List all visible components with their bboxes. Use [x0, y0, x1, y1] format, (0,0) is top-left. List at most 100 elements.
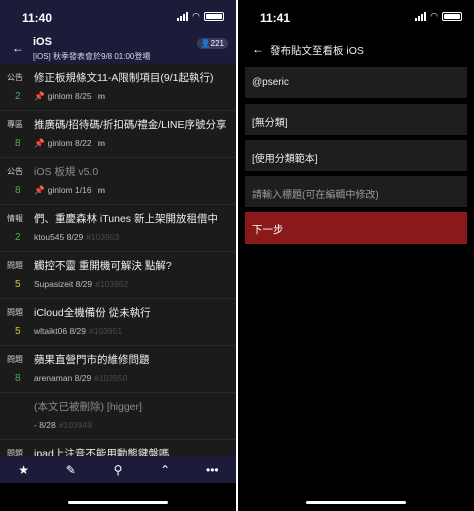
post-date: 8/29 [75, 279, 93, 289]
more-icon[interactable]: ••• [200, 463, 224, 477]
title-input[interactable]: 請輸入標題(可在編輯中修改) [245, 176, 467, 207]
category-select[interactable]: [無分類] [245, 104, 467, 135]
status-bar: 11:41 ◠ [238, 0, 474, 36]
post-row[interactable]: (本文已被刪除) [higger] - 8/28 #103949 [0, 393, 236, 440]
arrow-left-icon[interactable]: ← [252, 42, 264, 56]
post-author: - [34, 420, 37, 430]
search-icon[interactable]: ⚲ [106, 463, 130, 477]
post-author: ginlom [47, 91, 73, 101]
post-meta: Supasizeit 8/29 #103952 [34, 279, 131, 289]
post-category: 公告 [7, 167, 23, 176]
post-category: 專區 [7, 120, 23, 129]
online-count: 221 [210, 39, 224, 48]
status-bar: 11:40 ◠ [0, 0, 236, 36]
signal-icon [177, 12, 189, 21]
board-header: ← iOS [iOS] 秋季發表會於9/8 01:00登場 👤221 [0, 36, 236, 64]
star-icon[interactable]: ★ [12, 463, 36, 477]
home-indicator [306, 501, 406, 504]
status-icons: ◠ [415, 12, 462, 21]
post-date: 8/29 [69, 326, 86, 336]
post-number: #103949 [58, 420, 92, 430]
push-count: 8 [15, 185, 21, 196]
post-title: 推廣碼/招待碼/折扣碼/禮金/LINE序號分享 [34, 119, 227, 131]
post-row[interactable]: 公告 2 修正板規條文11-A限制項目(9/1起執行) 📌 ginlom 8/25 m [0, 64, 236, 111]
post-title: iCloud全機備份 從未執行 [34, 307, 151, 319]
post-meta: arenaman 8/29 #103950 [34, 373, 130, 383]
compose-header: ← 發布貼文至看板 iOS [238, 36, 474, 62]
post-title: (本文已被刪除) [higger] [34, 401, 142, 413]
battery-icon [442, 12, 462, 21]
post-meta: wltaikt06 8/29 #103951 [34, 326, 125, 336]
post-title: 修正板規條文11-A限制項目(9/1起執行) [34, 72, 214, 84]
compose-screen: 11:41 ◠ ← 發布貼文至看板 iOS @pseric [無分類] [使用分… [238, 0, 474, 511]
post-date: 8/25 [75, 91, 92, 101]
user-icon: 👤 [200, 39, 211, 48]
post-number: #103952 [95, 279, 129, 289]
post-meta: 📌 ginlom 8/22 m [34, 138, 105, 149]
post-date: 8/29 [66, 232, 84, 242]
push-count: 2 [15, 91, 21, 102]
post-title: iOS 板規 v5.0 [34, 166, 99, 178]
post-author: wltaikt06 [34, 326, 68, 336]
post-author: ktou545 [34, 232, 65, 242]
compose-icon[interactable]: ✎ [59, 463, 83, 477]
status-icons: ◠ [177, 12, 224, 21]
push-count: 8 [15, 373, 21, 384]
post-category: 情報 [7, 214, 23, 223]
battery-icon [204, 12, 224, 21]
post-title: ipad上注音不能用動態鍵盤嗎 [34, 448, 170, 456]
more-marker: m [97, 185, 106, 195]
post-category: 問題 [7, 355, 23, 364]
status-time: 11:41 [260, 11, 291, 25]
pin-icon: 📌 [34, 91, 45, 101]
pin-icon: 📌 [34, 138, 45, 148]
template-select[interactable]: [使用分類範本] [245, 140, 467, 171]
next-button[interactable]: 下一步 [245, 212, 467, 244]
post-date: 1/16 [75, 185, 92, 195]
post-author: ginlom [47, 185, 73, 195]
post-row[interactable]: 問題 8 蘋果直營門市的維修問題 arenaman 8/29 #103950 [0, 346, 236, 393]
post-category: 問題 [7, 449, 23, 456]
post-date: 8/29 [74, 373, 92, 383]
post-author: Supasizeit [34, 279, 74, 289]
post-number: #103953 [86, 232, 120, 242]
post-list[interactable]: 公告 2 修正板規條文11-A限制項目(9/1起執行) 📌 ginlom 8/25 m 專區… [0, 64, 236, 456]
post-row[interactable]: 情報 2 們、重慶森林 iTunes 新上架開放租借中 ktou545 8/29 #10… [0, 205, 236, 252]
post-row[interactable]: 問題 5 iCloud全機備份 從未執行 wltaikt06 8/29 #103951 [0, 299, 236, 346]
status-time: 11:40 [22, 11, 53, 25]
chevron-up-icon[interactable]: ⌃ [153, 463, 177, 477]
post-meta: 📌 ginlom 1/16 m [34, 185, 105, 196]
post-author: ginlom [47, 138, 73, 148]
post-category: 公告 [7, 73, 23, 82]
post-row[interactable]: 問題 5 觸控不靈 重開機可解決 點解? Supasizeit 8/29 #103952 [0, 252, 236, 299]
post-row[interactable]: 專區 8 推廣碼/招待碼/折扣碼/禮金/LINE序號分享 📌 ginlom 8/22 m [0, 111, 236, 158]
post-category: 問題 [7, 308, 23, 317]
compose-title: 發布貼文至看板 iOS [270, 45, 364, 57]
post-meta: - 8/28 #103949 [34, 420, 95, 430]
post-title: 觸控不靈 重開機可解決 點解? [34, 260, 172, 272]
online-count-badge: 👤221 [196, 38, 228, 49]
account-field[interactable]: @pseric [245, 67, 467, 98]
push-count: 8 [15, 138, 21, 149]
arrow-left-icon[interactable]: ← [12, 41, 24, 55]
push-count: 2 [15, 232, 21, 243]
pin-icon: 📌 [34, 185, 45, 195]
push-count: 5 [15, 279, 21, 290]
post-title: 蘋果直營門市的維修問題 [34, 354, 150, 366]
post-category: 問題 [7, 261, 23, 270]
post-meta: 📌 ginlom 8/25 m [34, 91, 105, 102]
wifi-icon: ◠ [430, 11, 438, 21]
bottom-toolbar: ★ ✎ ⚲ ⌃ ••• [0, 456, 236, 483]
more-marker: m [97, 138, 106, 148]
board-subtitle: [iOS] 秋季發表會於9/8 01:00登場 [33, 52, 151, 61]
post-author: arenaman [34, 373, 73, 383]
post-row[interactable]: 公告 8 iOS 板規 v5.0 📌 ginlom 1/16 m [0, 158, 236, 205]
post-row[interactable]: 問題 ipad上注音不能用動態鍵盤嗎 [0, 440, 236, 456]
board-title: iOS [33, 36, 52, 48]
post-meta: ktou545 8/29 #103953 [34, 232, 122, 242]
signal-icon [415, 12, 427, 21]
board-screen: 11:40 ◠ ← iOS [iOS] 秋季發表會於9/8 01:00登場 👤2… [0, 0, 236, 511]
more-marker: m [97, 91, 106, 101]
post-number: #103950 [94, 373, 128, 383]
push-count: 5 [15, 326, 21, 337]
